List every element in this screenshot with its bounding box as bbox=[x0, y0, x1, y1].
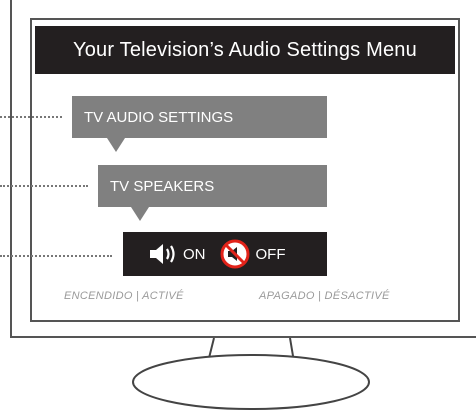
tv-stand bbox=[132, 337, 370, 410]
